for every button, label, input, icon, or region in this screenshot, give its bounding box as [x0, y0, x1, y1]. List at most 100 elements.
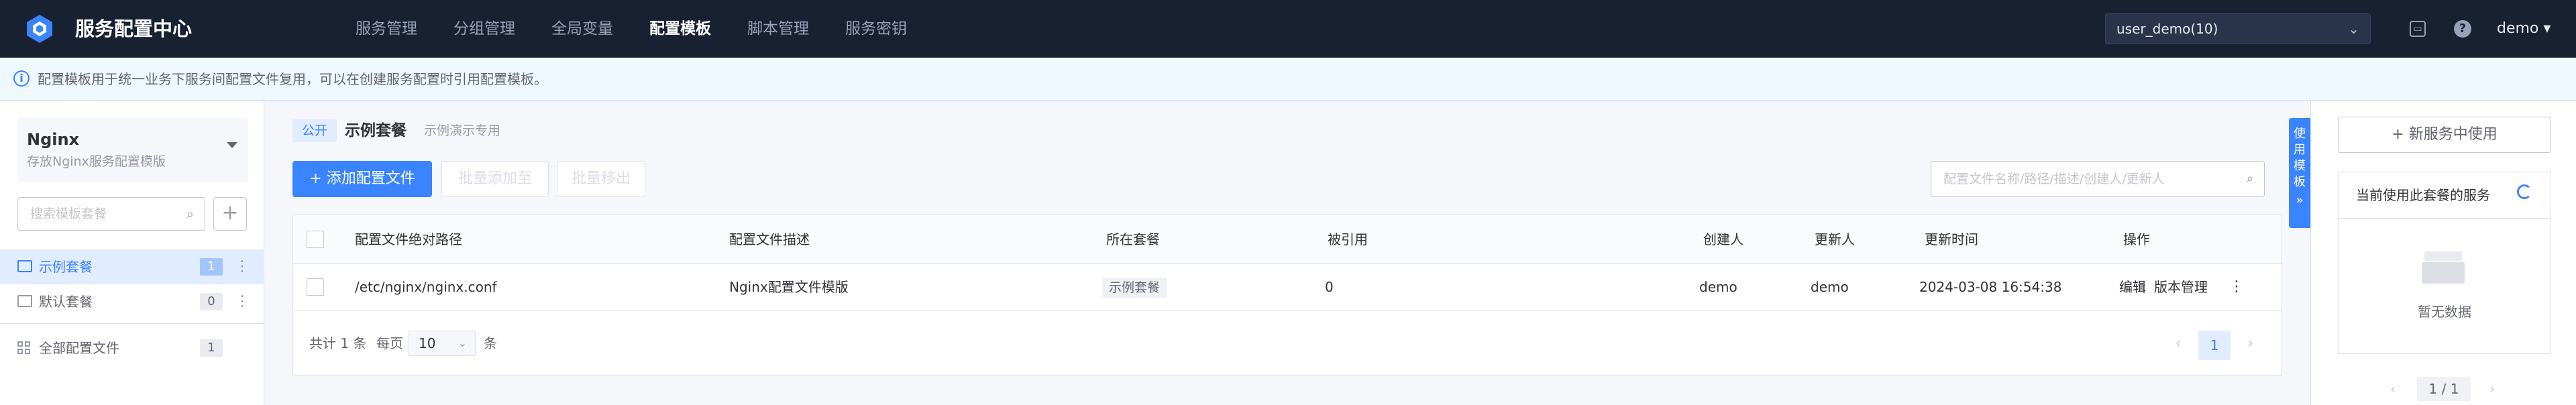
set-search-input[interactable]: 搜索模板套餐 ⌕ — [17, 197, 205, 231]
select-all-checkbox[interactable] — [307, 231, 324, 248]
app-title: 服务配置中心 — [75, 17, 193, 40]
side-tab-char: 使 — [2294, 127, 2306, 141]
use-template-toggle[interactable]: 使 用 模 板 » — [2289, 118, 2310, 228]
total-count: 共计 1 条 — [309, 335, 367, 351]
config-file-set: 示例套餐 — [1102, 264, 1167, 310]
column-header: 操作 — [2123, 231, 2150, 247]
column-header: 更新人 — [1815, 231, 1855, 247]
refresh-icon[interactable] — [2517, 184, 2532, 199]
page-indicator: 1 / 1 — [2417, 377, 2471, 401]
notice-text: 配置模板用于统一业务下服务间配置文件复用，可以在创建服务配置时引用配置模板。 — [38, 71, 547, 87]
set-title: 示例套餐 — [345, 122, 407, 139]
column-header: 更新时间 — [1925, 231, 1978, 247]
empty-text: 暂无数据 — [2418, 304, 2471, 320]
main-menu: 服务管理 分组管理 全局变量 配置模板 脚本管理 服务密钥 — [356, 0, 943, 58]
menu-item-service[interactable]: 服务管理 — [356, 0, 417, 58]
business-select[interactable]: user_demo(10) ⌄ — [2105, 13, 2371, 44]
set-description: 示例演示专用 — [424, 123, 501, 138]
service-usage-list: 当前使用此套餐的服务 暂无数据 — [2338, 172, 2551, 354]
app-logo-icon — [27, 15, 52, 43]
config-file-path-link[interactable]: /etc/nginx/nginx.conf — [355, 264, 497, 310]
add-config-file-button[interactable]: + 添加配置文件 — [292, 161, 432, 197]
document-icon[interactable]: ▭ — [2410, 21, 2426, 37]
edit-link[interactable]: 编辑 — [2119, 264, 2146, 310]
column-header: 配置文件描述 — [729, 231, 810, 247]
table-header: 配置文件绝对路径 配置文件描述 所在套餐 被引用 创建人 更新人 更新时间 操作 — [293, 215, 2282, 264]
menu-item-group[interactable]: 分组管理 — [453, 0, 515, 58]
divider — [0, 323, 264, 324]
column-header: 创建人 — [1703, 231, 1743, 247]
set-item-count: 0 — [200, 293, 223, 310]
column-header: 被引用 — [1328, 231, 1368, 247]
info-icon: i — [13, 70, 30, 86]
config-file-desc: Nginx配置文件模版 — [729, 279, 849, 295]
use-in-new-service-button[interactable]: + 新服务中使用 — [2338, 117, 2551, 153]
chevron-down-icon: ⌄ — [2348, 21, 2359, 37]
page-size-value: 10 — [419, 335, 436, 351]
package-desc: 存放Nginx服务配置模版 — [27, 154, 166, 169]
current-page-button[interactable]: 1 — [2198, 331, 2231, 360]
side-tab-char: 模 — [2294, 159, 2306, 173]
menu-item-scripts[interactable]: 脚本管理 — [747, 0, 809, 58]
add-set-button[interactable]: + — [213, 197, 247, 231]
notice-bar: i 配置模板用于统一业务下服务间配置文件复用，可以在创建服务配置时引用配置模板。 — [0, 58, 2576, 101]
menu-item-templates[interactable]: 配置模板 — [649, 0, 711, 58]
prev-page-icon[interactable]: ‹ — [2390, 377, 2396, 401]
set-item-example[interactable]: 示例套餐 1 ⋮ — [0, 249, 264, 284]
visibility-tag: 公开 — [292, 119, 337, 142]
more-icon[interactable]: ⋮ — [2229, 264, 2244, 310]
per-page-label: 每页 — [376, 335, 403, 351]
config-file-updater: demo — [1811, 279, 1849, 295]
top-navbar: 服务配置中心 服务管理 分组管理 全局变量 配置模板 脚本管理 服务密钥 use… — [0, 0, 2576, 58]
config-file-updated-at: 2024-03-08 16:54:38 — [1919, 279, 2062, 295]
set-search-placeholder: 搜索模板套餐 — [30, 207, 107, 221]
folder-icon — [17, 295, 32, 307]
table-pagination: 共计 1 条 每页 10 ⌄ 条 ‹ 1 › — [293, 310, 2282, 376]
user-name: demo — [2497, 20, 2539, 37]
grid-icon — [17, 341, 31, 355]
menu-item-variables[interactable]: 全局变量 — [551, 0, 613, 58]
side-tab-char: 用 — [2294, 143, 2306, 157]
version-manage-link[interactable]: 版本管理 — [2154, 264, 2208, 310]
caret-down-icon: ▾ — [2543, 20, 2551, 37]
double-chevron-right-icon: » — [2296, 193, 2304, 207]
set-item-label: 示例套餐 — [39, 259, 93, 275]
service-usage-panel: + 新服务中使用 当前使用此套餐的服务 暂无数据 ‹ 1 / 1 › — [2310, 101, 2576, 405]
set-item-default[interactable]: 默认套餐 0 ⋮ — [0, 284, 264, 319]
set-item-label: 全部配置文件 — [39, 340, 119, 356]
batch-remove-button[interactable]: 批量移出 — [557, 161, 645, 197]
package-selector[interactable]: Nginx 存放Nginx服务配置模版 — [17, 118, 248, 182]
config-file-search-input[interactable]: 配置文件名称/路径/描述/创建人/更新人 ⌕ — [1931, 161, 2265, 197]
more-icon[interactable]: ⋮ — [235, 249, 250, 284]
per-page-unit: 条 — [484, 335, 497, 351]
side-tab-char: 板 — [2294, 175, 2306, 189]
chevron-down-icon: ⌄ — [458, 337, 467, 349]
page-size-select[interactable]: 10 ⌄ — [409, 331, 476, 356]
next-page-icon[interactable]: › — [2237, 331, 2264, 357]
row-checkbox[interactable] — [307, 278, 324, 296]
more-icon[interactable]: ⋮ — [235, 284, 250, 319]
column-header: 所在套餐 — [1106, 231, 1160, 247]
next-page-icon[interactable]: › — [2489, 377, 2495, 401]
prev-page-icon[interactable]: ‹ — [2165, 331, 2192, 357]
caret-down-icon — [227, 142, 237, 148]
set-item-all[interactable]: 全部配置文件 1 — [0, 331, 264, 365]
set-item-label: 默认套餐 — [39, 294, 93, 310]
help-icon[interactable]: ? — [2454, 20, 2471, 38]
user-menu[interactable]: demo ▾ — [2497, 19, 2551, 39]
template-package-panel: Nginx 存放Nginx服务配置模版 搜索模板套餐 ⌕ + 示例套餐 1 ⋮ … — [0, 101, 264, 405]
set-item-count: 1 — [200, 339, 223, 357]
config-file-refs: 0 — [1325, 279, 1334, 295]
empty-box-icon — [2422, 251, 2465, 284]
service-usage-title: 当前使用此套餐的服务 — [2356, 187, 2490, 203]
config-file-creator: demo — [1699, 279, 1737, 295]
search-icon: ⌕ — [2246, 172, 2253, 186]
config-file-search-placeholder: 配置文件名称/路径/描述/创建人/更新人 — [1943, 172, 2165, 186]
menu-item-keys[interactable]: 服务密钥 — [845, 0, 907, 58]
column-header: 配置文件绝对路径 — [355, 231, 462, 247]
table-row: /etc/nginx/nginx.conf Nginx配置文件模版 示例套餐 0… — [293, 264, 2282, 310]
batch-add-button[interactable]: 批量添加至 — [441, 161, 549, 197]
set-item-count: 1 — [200, 258, 223, 276]
set-chip: 示例套餐 — [1102, 278, 1167, 298]
business-select-value: user_demo(10) — [2116, 21, 2218, 37]
